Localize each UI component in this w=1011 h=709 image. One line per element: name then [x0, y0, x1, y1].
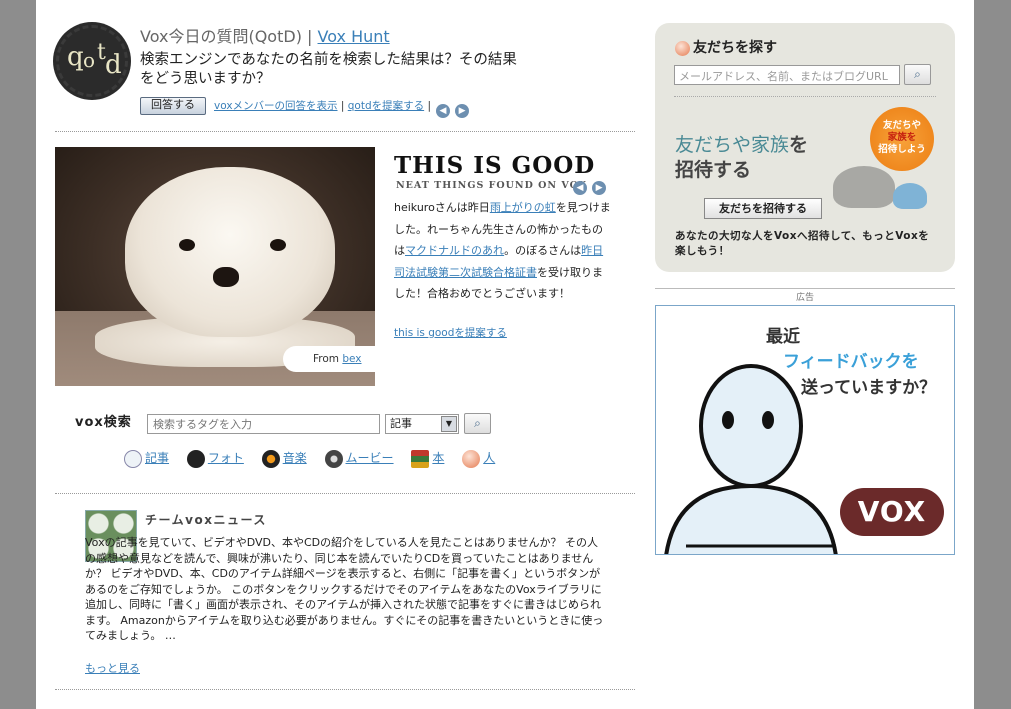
invite-description: あなたの大切な人をVoxへ招待して、もっとVoxを楽しもう！ [675, 230, 930, 257]
arrow-left-icon[interactable]: ◀ [436, 104, 450, 118]
qotd-nav: ◀ ▶ [436, 98, 470, 118]
camera-shutter-icon [186, 449, 205, 468]
photo-credit: From bex [283, 346, 375, 372]
tig-text: heikuroさんは昨日 [394, 201, 490, 214]
from-label: From [313, 353, 340, 365]
this-is-good-nav: ◀ ▶ [573, 175, 607, 195]
record-icon [261, 449, 280, 468]
news-body: Voxの記事を見ていて、ビデオやDVD、本やCDの紹介をしている人を見たことはあ… [85, 536, 604, 642]
article-icon [124, 449, 142, 468]
find-friends-box: 友だちを探す メールアドレス、名前、またはブログURL ⌕ 友だちや家族を 招待… [655, 23, 955, 272]
category-book[interactable]: 本 [411, 449, 444, 468]
tag-search-input[interactable] [147, 414, 380, 434]
invite-badge: 友だちや 家族を 招待しよう [870, 107, 934, 171]
divider [55, 689, 635, 690]
badge-line: 招待しよう [878, 144, 926, 155]
photo-dog-head [125, 167, 335, 337]
category-links: 記事 フォト 音楽 ムービー 本 人 [124, 449, 509, 468]
arrow-right-icon[interactable]: ▶ [592, 181, 607, 195]
elephant-icon [833, 166, 895, 208]
ad-banner[interactable]: 最近 フィードバックを 送っていますか？ VOX [655, 305, 955, 555]
view-member-answers-link[interactable]: voxメンバーの回答を表示 [214, 100, 338, 112]
search-type-select[interactable]: 記事 ▼ [385, 414, 459, 434]
badge-line: 友だちや [882, 120, 921, 131]
category-label[interactable]: 音楽 [283, 451, 307, 465]
divider [55, 131, 635, 132]
friend-search-input[interactable]: メールアドレス、名前、またはブログURL [674, 65, 900, 85]
vox-logo: VOX [840, 488, 944, 536]
tig-text: 。のぼるさんは [504, 244, 582, 257]
answer-button[interactable]: 回答する [140, 97, 206, 115]
qotd-links: voxメンバーの回答を表示 | qotdを提案する | [214, 100, 432, 112]
qotd-badge-o: o [83, 48, 96, 72]
magnifier-icon: ⌕ [914, 67, 921, 81]
qotd-question: 検索エンジンであなたの名前を検索した結果は？その結果をどう思いますか？ [140, 52, 517, 87]
featured-photo[interactable]: From bex [55, 147, 375, 386]
from-user-link[interactable]: bex [342, 353, 361, 365]
vox-hunt-link[interactable]: Vox Hunt [318, 27, 390, 46]
category-movie[interactable]: ムービー [324, 449, 394, 468]
find-friends-title: 友だちを探す [675, 37, 777, 57]
category-label[interactable]: フォト [208, 451, 244, 465]
ad-line-1: 最近 [766, 327, 800, 347]
invite-friends-button[interactable]: 友だちを招待する [704, 198, 822, 219]
arrow-right-icon[interactable]: ▶ [455, 104, 470, 118]
page: q o t d Vox今日の質問(QotD) | Vox Hunt 検索エンジン… [36, 0, 974, 709]
this-is-good-body: heikuroさんは昨日雨上がりの虹を見つけました。れーちゃん先生さんの怖かった… [394, 197, 612, 305]
category-label[interactable]: 記事 [145, 451, 169, 465]
invite-title: 友だちや家族を 招待する [675, 133, 808, 183]
category-label[interactable]: ムービー [346, 451, 394, 465]
photo-eye-right [270, 239, 286, 251]
vox-search-label: vox検索 [75, 415, 132, 430]
qotd-badge-d: d [105, 50, 122, 80]
search-button[interactable]: ⌕ [464, 413, 491, 434]
category-label[interactable]: 本 [432, 451, 444, 465]
category-label[interactable]: 人 [483, 451, 495, 465]
news-title: チームvoxニュース [145, 513, 267, 527]
category-people[interactable]: 人 [462, 449, 495, 468]
qotd-title: Vox今日の質問(QotD) | Vox Hunt [140, 23, 390, 47]
read-more-link[interactable]: もっと見る [85, 660, 140, 676]
search-type-selected: 記事 [390, 417, 412, 430]
divider [55, 493, 635, 494]
invite-title-a: 友だちや家族 [675, 134, 790, 156]
chevron-down-icon: ▼ [441, 416, 457, 432]
person-icon [462, 449, 481, 468]
category-music[interactable]: 音楽 [261, 449, 307, 468]
photo-eye-left [179, 239, 195, 251]
magnifier-icon: ⌕ [474, 416, 481, 430]
badge-line: 家族を [887, 132, 917, 143]
tig-link-mcdonalds[interactable]: マクドナルドのあれ [405, 244, 504, 257]
this-is-good-title: THIS IS GOOD [394, 152, 596, 179]
qotd-title-text: Vox今日の質問(QotD) | [140, 27, 313, 46]
invite-title-b: を [789, 134, 809, 156]
qotd-badge-q: q [67, 42, 84, 72]
photo-nose [213, 267, 239, 287]
divider [655, 288, 955, 289]
baby-elephant-icon [893, 183, 927, 209]
divider [674, 96, 936, 97]
category-article[interactable]: 記事 [124, 449, 169, 468]
this-is-good-subtitle: NEAT THINGS FOUND ON VOX [396, 180, 588, 191]
ad-label: 広告 [795, 293, 814, 303]
category-photo[interactable]: フォト [186, 449, 244, 468]
friend-search-button[interactable]: ⌕ [904, 64, 931, 85]
suggest-this-is-good-link[interactable]: this is goodを提案する [394, 325, 507, 340]
film-reel-icon [324, 449, 343, 468]
mascot-illustration [664, 364, 838, 554]
invite-title-c: 招待する [675, 159, 752, 181]
suggest-qotd-link[interactable]: qotdを提案する [348, 100, 424, 112]
books-icon [411, 449, 430, 468]
tig-link-rainbow[interactable]: 雨上がりの虹 [490, 201, 556, 214]
find-friends-title-text: 友だちを探す [693, 40, 777, 56]
person-icon [675, 40, 690, 56]
arrow-left-icon[interactable]: ◀ [573, 181, 587, 195]
qotd-badge-icon: q o t d [56, 25, 128, 97]
